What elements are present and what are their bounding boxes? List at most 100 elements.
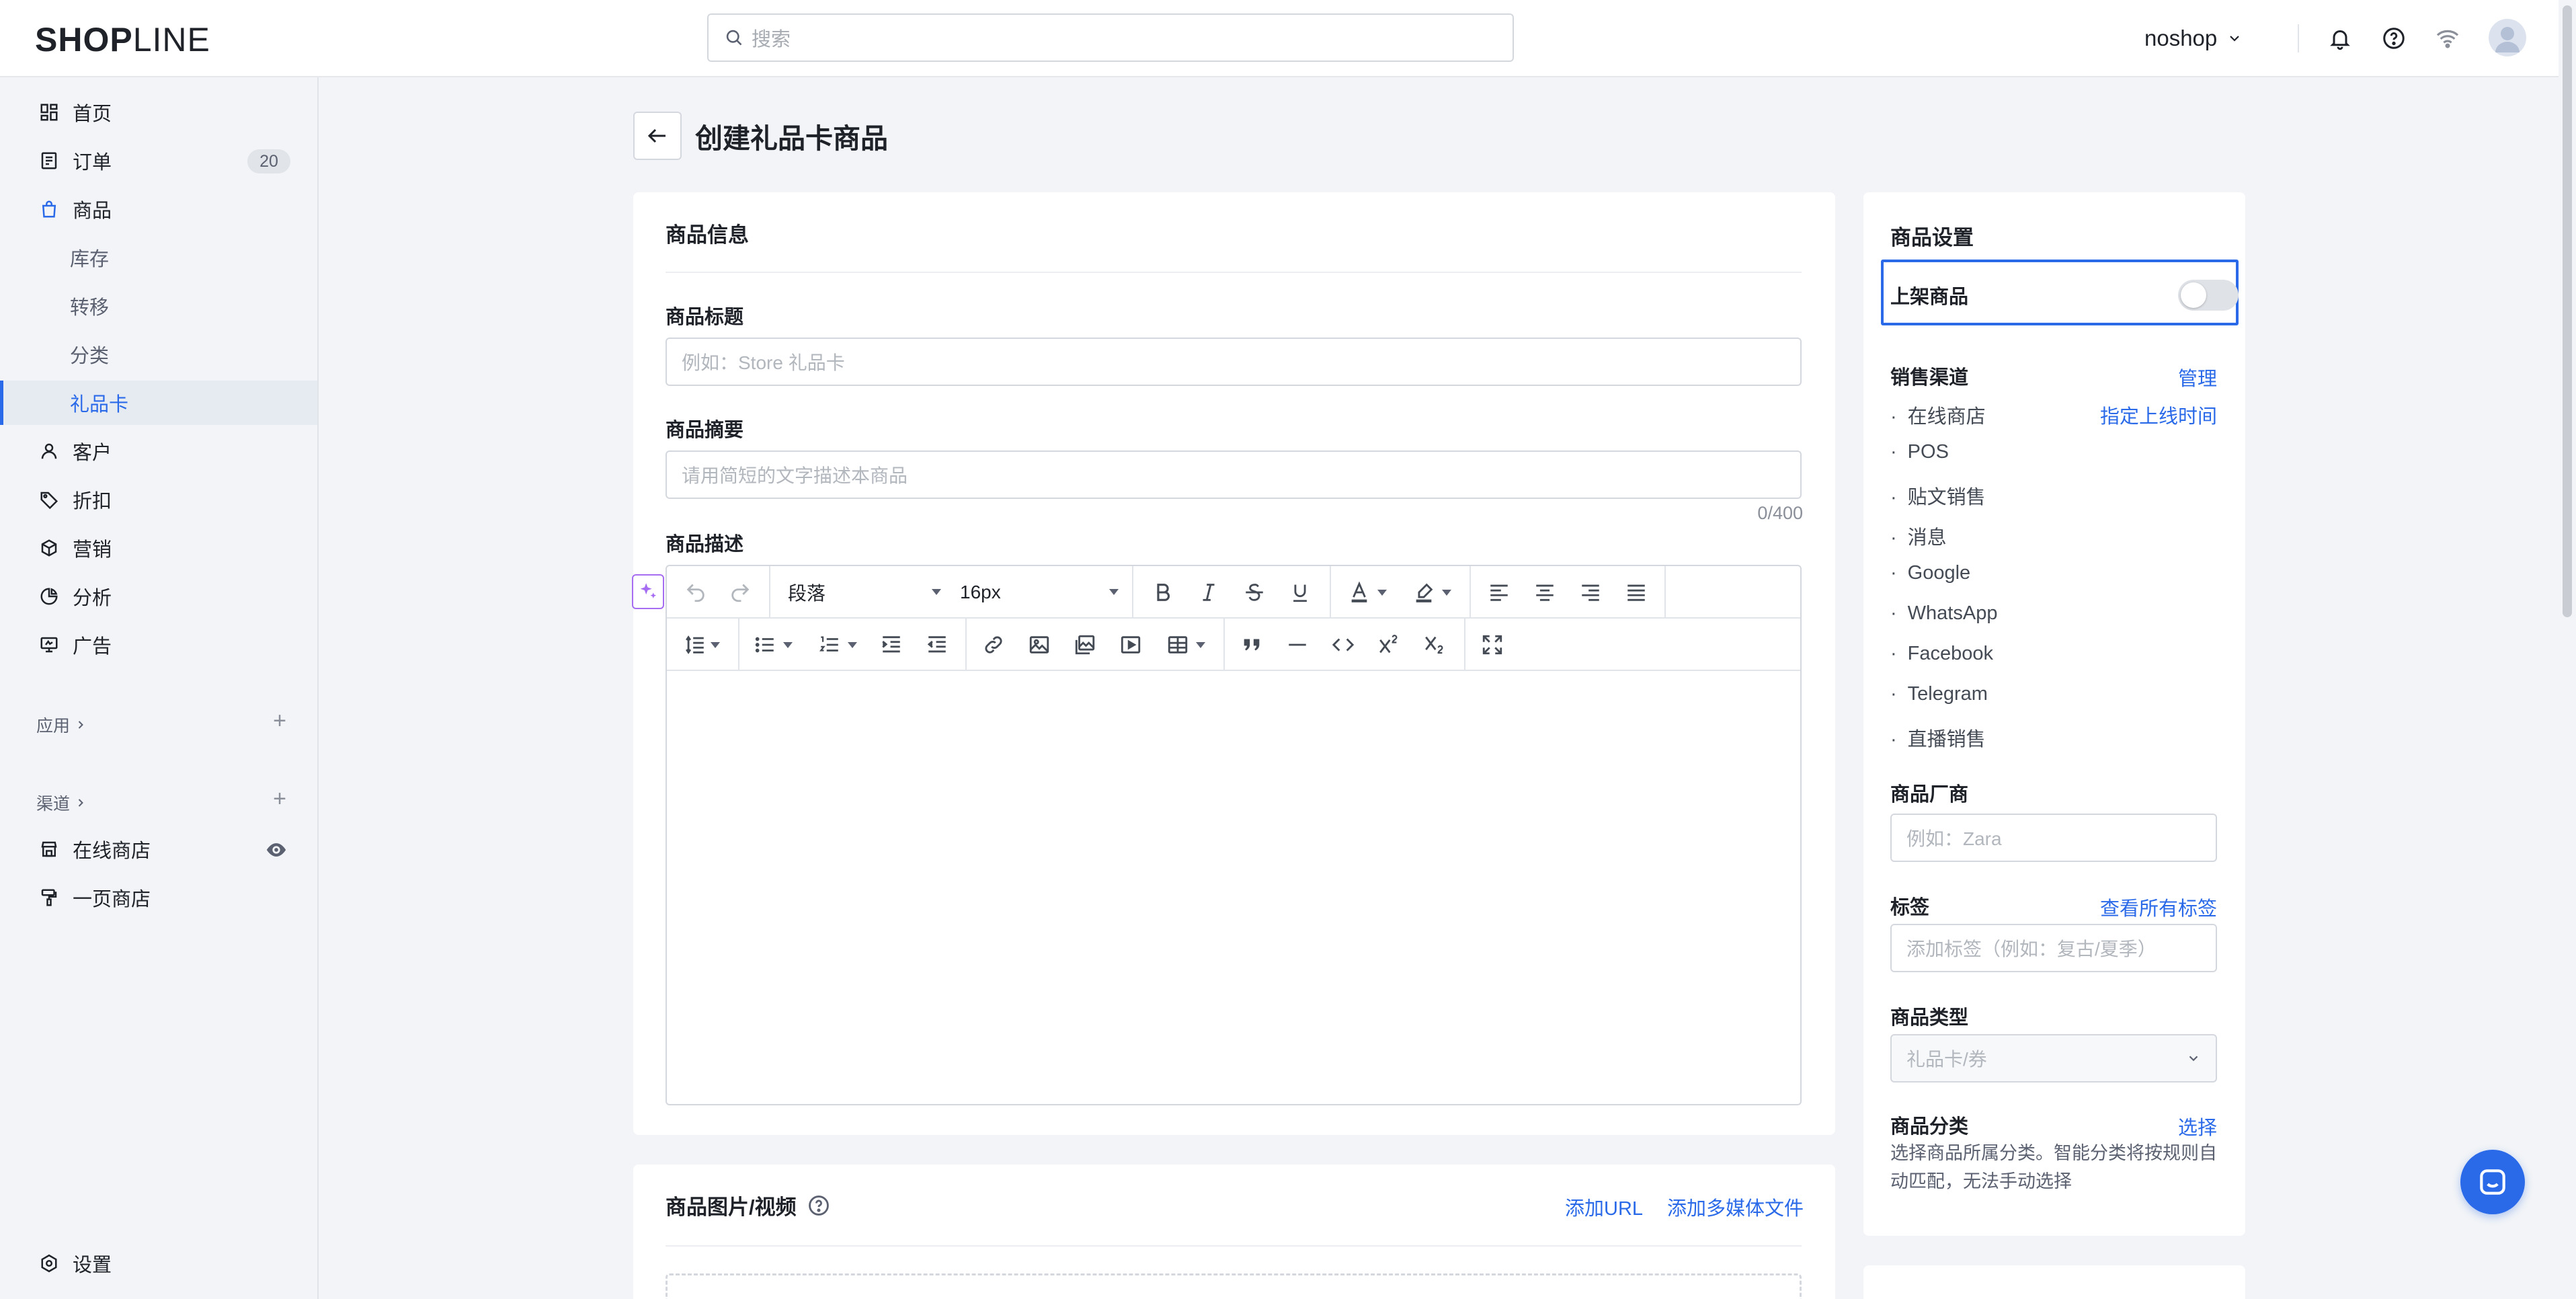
italic-button[interactable] [1190, 566, 1227, 619]
strikethrough-button[interactable] [1236, 566, 1273, 619]
outdent-button[interactable] [918, 619, 956, 671]
eye-icon[interactable] [265, 838, 288, 867]
numbered-list-button[interactable] [809, 619, 866, 671]
sidebar-item-analytics[interactable]: 分析 [0, 574, 317, 619]
sidebar-item-discounts[interactable]: 折扣 [0, 477, 317, 522]
title-input[interactable]: 例如：Store 礼品卡 [666, 338, 1802, 386]
manage-channels-link[interactable]: 管理 [2178, 363, 2217, 391]
view-all-tags-link[interactable]: 查看所有标签 [2100, 893, 2217, 921]
redo-icon [731, 584, 750, 602]
sidebar-item-orders[interactable]: 订单 20 [0, 139, 317, 183]
sidebar-item-label: 营销 [73, 539, 112, 561]
search-input[interactable]: 搜索 [707, 13, 1514, 62]
media-dropzone[interactable] [666, 1273, 1802, 1299]
sidebar-item-label: 折扣 [73, 491, 112, 512]
align-justify-button[interactable] [1617, 566, 1655, 619]
sidebar-item-ads[interactable]: 广告 [0, 623, 317, 667]
toolbar-separator [1223, 619, 1225, 671]
align-left-button[interactable] [1480, 566, 1518, 619]
underline-button[interactable] [1281, 566, 1319, 619]
add-media-files-link[interactable]: 添加多媒体文件 [1667, 1193, 1804, 1221]
channels-section-toggle[interactable]: 渠道 [36, 791, 87, 815]
notification-button[interactable] [2323, 22, 2357, 55]
select-category-link[interactable]: 选择 [2178, 1112, 2217, 1140]
highlight-color-button[interactable] [1405, 566, 1459, 619]
sidebar: 首页 订单 20 商品 库存 转移 分类 礼品卡 客户 折扣 营销 分析 广告 [0, 77, 319, 1299]
insert-image-button[interactable] [1020, 619, 1058, 671]
sidebar-item-label: 在线商店 [73, 840, 151, 862]
align-right-icon [1582, 584, 1599, 601]
summary-input[interactable]: 请用简短的文字描述本商品 [666, 450, 1802, 499]
line-height-icon [686, 635, 704, 654]
image-icon [1029, 636, 1049, 654]
summary-placeholder: 请用简短的文字描述本商品 [682, 465, 908, 486]
add-channel-button[interactable]: + [273, 786, 286, 812]
add-app-button[interactable]: + [273, 708, 286, 734]
editor-content-area[interactable] [667, 672, 1800, 1104]
seo-card [1863, 1265, 2245, 1299]
channel-item: POS [1890, 441, 1949, 463]
sidebar-item-inventory[interactable]: 库存 [0, 235, 317, 280]
subscript-icon [1425, 636, 1443, 654]
sidebar-item-gift-cards[interactable]: 礼品卡 [0, 381, 317, 425]
vendor-input[interactable]: 例如：Zara [1890, 814, 2217, 862]
help-circle-icon[interactable] [807, 1194, 830, 1217]
sidebar-item-online-store[interactable]: 在线商店 [0, 827, 317, 871]
align-center-button[interactable] [1526, 566, 1564, 619]
insert-gallery-button[interactable] [1066, 619, 1104, 671]
subscript-button[interactable] [1416, 619, 1453, 671]
fullscreen-button[interactable] [1474, 619, 1511, 671]
font-size-select[interactable]: 16px [960, 566, 1121, 619]
insert-table-button[interactable] [1158, 619, 1214, 671]
tags-input[interactable]: 添加标签（例如：复古/夏季） [1890, 924, 2217, 972]
apps-section-toggle[interactable]: 应用 [36, 713, 87, 737]
network-status-button[interactable] [2431, 22, 2464, 55]
sidebar-item-marketing[interactable]: 营销 [0, 526, 317, 570]
page-scrollbar-thumb[interactable] [2563, 5, 2572, 617]
bold-button[interactable] [1144, 566, 1182, 619]
align-right-button[interactable] [1572, 566, 1609, 619]
code-button[interactable] [1324, 619, 1362, 671]
back-button[interactable] [633, 112, 682, 160]
redo-button[interactable] [722, 566, 758, 619]
undo-button[interactable] [678, 566, 714, 619]
schedule-publish-link[interactable]: 指定上线时间 [2100, 401, 2217, 429]
sidebar-item-categories[interactable]: 分类 [0, 332, 317, 377]
line-height-button[interactable] [675, 619, 729, 671]
indent-button[interactable] [873, 619, 910, 671]
shop-switcher[interactable]: noshop [2144, 22, 2243, 55]
avatar[interactable] [2489, 19, 2526, 56]
underline-icon [1293, 584, 1307, 602]
add-url-link[interactable]: 添加URL [1565, 1193, 1643, 1221]
chat-support-button[interactable] [2460, 1150, 2525, 1214]
sidebar-item-settings[interactable]: 设置 [0, 1241, 317, 1286]
sidebar-item-label: 广告 [73, 636, 112, 658]
fullscreen-icon [1482, 635, 1502, 655]
product-type-select[interactable]: 礼品卡/券 [1890, 1034, 2217, 1082]
chevron-right-icon [78, 721, 83, 729]
blockquote-button[interactable] [1233, 619, 1271, 671]
bell-icon [2330, 30, 2350, 50]
superscript-button[interactable] [1370, 619, 1408, 671]
text-color-button[interactable] [1340, 566, 1394, 619]
shopline-logo[interactable]: SHOPLINE [35, 20, 210, 59]
sidebar-item-transfers[interactable]: 转移 [0, 284, 317, 328]
publish-toggle[interactable] [2178, 280, 2239, 311]
sidebar-item-one-page-store[interactable]: 一页商店 [0, 875, 317, 920]
channel-item: 直播销售 [1890, 723, 1986, 752]
sidebar-item-customers[interactable]: 客户 [0, 429, 317, 473]
horizontal-rule-button[interactable] [1279, 619, 1316, 671]
media-card-header: 商品图片/视频 [666, 1190, 830, 1220]
sidebar-item-products[interactable]: 商品 [0, 187, 317, 231]
help-button[interactable] [2377, 22, 2411, 55]
insert-link-button[interactable] [975, 619, 1012, 671]
bullet-list-button[interactable] [745, 619, 801, 671]
insert-video-button[interactable] [1112, 619, 1150, 671]
sidebar-item-label: 首页 [73, 104, 112, 125]
caret-down-icon [848, 641, 857, 648]
ai-assist-button[interactable] [632, 574, 664, 609]
toolbar-separator [738, 619, 739, 671]
toolbar-separator [769, 566, 770, 619]
paragraph-format-select[interactable]: 段落 [788, 566, 949, 619]
sidebar-item-home[interactable]: 首页 [0, 90, 317, 134]
